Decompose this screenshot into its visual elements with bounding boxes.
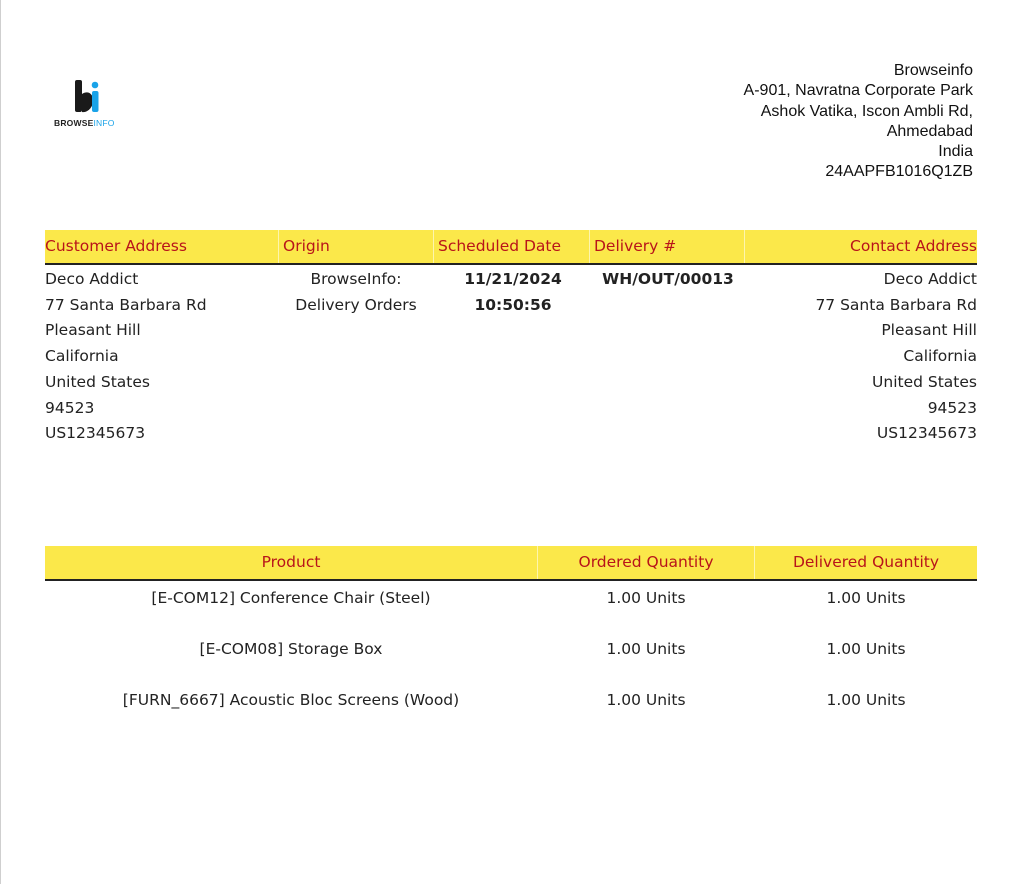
info-table-header: Customer Address Origin Scheduled Date D… [45, 230, 977, 265]
company-tax-id: 24AAPFB1016Q1ZB [825, 163, 973, 181]
delivered-quantity: 1.00 Units [826, 691, 906, 709]
header-separator [589, 230, 590, 263]
company-address-line-1: A-901, Navratna Corporate Park [743, 82, 973, 100]
customer-country: United States [45, 372, 150, 391]
header-scheduled-date: Scheduled Date [438, 237, 562, 255]
header-delivered-quantity: Delivered Quantity [792, 553, 940, 571]
header-origin: Origin [283, 237, 330, 255]
contact-street: 77 Santa Barbara Rd [815, 295, 977, 314]
company-city: Ahmedabad [886, 122, 973, 140]
table-row: [E-COM08] Storage Box 1.00 Units 1.00 Un… [45, 636, 977, 662]
header-delivery-number: Delivery # [594, 237, 677, 255]
contact-country: United States [872, 372, 977, 391]
product-name: [E-COM08] Storage Box [199, 640, 383, 658]
company-name: Browseinfo [893, 62, 973, 79]
customer-city: Pleasant Hill [45, 321, 141, 340]
header-separator [433, 230, 434, 263]
product-name: [E-COM12] Conference Chair (Steel) [151, 589, 431, 607]
contact-state: California [903, 347, 977, 366]
scheduled-date: 11/21/2024 10:50:56 [433, 267, 593, 318]
delivered-quantity: 1.00 Units [826, 589, 906, 607]
header-product: Product [261, 553, 321, 571]
product-name: [FURN_6667] Acoustic Bloc Screens (Wood) [122, 691, 460, 709]
customer-state: California [45, 347, 119, 366]
table-row: [E-COM12] Conference Chair (Steel) 1.00 … [45, 585, 977, 611]
logo-text-main: BROWSE [54, 118, 94, 128]
delivery-number: WH/OUT/00013 [592, 267, 744, 293]
customer-street: 77 Santa Barbara Rd [45, 295, 207, 314]
delivered-quantity: 1.00 Units [826, 640, 906, 658]
product-table-header: Product Ordered Quantity Delivered Quant… [45, 546, 977, 581]
origin: BrowseInfo: Delivery Orders [278, 267, 434, 318]
scheduled-time-value: 10:50:56 [474, 295, 552, 314]
ordered-quantity: 1.00 Units [606, 691, 686, 709]
header-contact-address: Contact Address [850, 237, 977, 255]
contact-name: Deco Addict [883, 270, 977, 288]
header-ordered-quantity: Ordered Quantity [578, 553, 714, 571]
origin-line-1: BrowseInfo: [310, 270, 402, 288]
contact-city: Pleasant Hill [881, 321, 977, 340]
logo-wordmark: BROWSEINFO [54, 118, 115, 128]
ordered-quantity: 1.00 Units [606, 640, 686, 658]
header-customer-address: Customer Address [45, 237, 187, 255]
company-address-line-2: Ashok Vatika, Iscon Ambli Rd, [760, 102, 973, 120]
customer-address: Deco Addict 77 Santa Barbara Rd Pleasant… [45, 267, 207, 447]
company-logo: BROWSEINFO [54, 80, 134, 130]
logo-text-accent: INFO [93, 118, 115, 128]
header-separator [744, 230, 745, 263]
scheduled-date-value: 11/21/2024 [464, 270, 562, 288]
origin-line-2: Delivery Orders [295, 295, 417, 314]
logo-mark-icon [75, 80, 99, 113]
table-row: [FURN_6667] Acoustic Bloc Screens (Wood)… [45, 687, 977, 713]
customer-name: Deco Addict [45, 270, 139, 288]
ordered-quantity: 1.00 Units [606, 589, 686, 607]
header-separator [278, 230, 279, 263]
delivery-number-value: WH/OUT/00013 [602, 270, 734, 288]
page-edge [0, 0, 1, 884]
contact-zip: 94523 [927, 398, 977, 417]
company-country: India [938, 143, 973, 161]
contact-vat: US12345673 [876, 424, 977, 443]
contact-address: Deco Addict 77 Santa Barbara Rd Pleasant… [815, 267, 977, 447]
company-address: Browseinfo A-901, Navratna Corporate Par… [744, 61, 973, 183]
customer-vat: US12345673 [45, 424, 146, 443]
customer-zip: 94523 [45, 398, 95, 417]
